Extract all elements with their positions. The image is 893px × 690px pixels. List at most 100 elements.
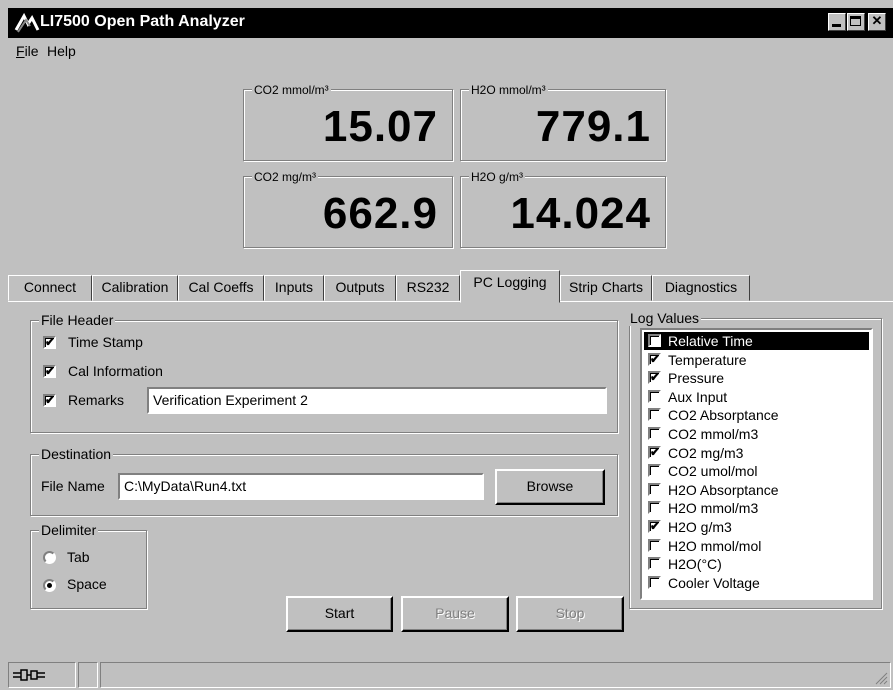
status-bar [8,658,893,690]
tab-pc-logging[interactable]: PC Logging [460,270,560,303]
tab-delimiter-label: Tab [67,549,90,565]
space-delimiter-radio[interactable] [43,579,56,592]
connection-status-pane [8,662,76,688]
log-value-item[interactable]: H2O(°C) [644,555,869,573]
readout-value: 15.07 [322,102,438,151]
destination-group: Destination File Name C:\MyData\Run4.txt… [30,446,618,516]
tab-rs232[interactable]: RS232 [396,275,460,301]
maximize-icon [850,16,861,26]
log-value-checkbox[interactable] [648,538,661,552]
log-value-item[interactable]: Relative Time [644,332,869,350]
log-value-item[interactable]: ✔ H2O g/m3 [644,518,869,536]
readout-label: H2O mmol/m³ [469,83,548,97]
log-value-item[interactable]: H2O Absorptance [644,481,869,499]
log-value-label: H2O mmol/m3 [668,500,759,517]
log-value-label: Relative Time [668,333,753,349]
remarks-input[interactable]: Verification Experiment 2 [147,387,607,414]
file-name-input[interactable]: C:\MyData\Run4.txt [118,473,484,500]
log-value-label: H2O Absorptance [668,481,779,498]
readout-value: 662.9 [322,189,438,238]
close-button[interactable]: ✕ [868,13,886,31]
readout-label: CO2 mg/m³ [252,170,319,184]
log-value-item[interactable]: H2O mmol/mol [644,537,869,555]
space-delimiter-label: Space [67,576,107,592]
log-value-label: Cooler Voltage [668,574,760,591]
window-title: LI7500 Open Path Analyzer [40,13,245,30]
readout-value: 14.024 [510,189,651,238]
menu-file[interactable]: File [16,43,39,59]
pause-button[interactable]: Pause [401,596,509,632]
log-value-label: H2O(°C) [668,556,722,573]
log-value-checkbox[interactable]: ✔ [648,520,661,533]
start-button[interactable]: Start [286,596,393,632]
log-value-item[interactable]: Aux Input [644,388,869,406]
log-value-item[interactable]: ✔ Pressure [644,369,869,387]
log-values-list[interactable]: Relative Time ✔ Temperature ✔ Pressure Aux In… [640,328,873,600]
readout-co2-mmol: CO2 mmol/m³ 15.07 [243,83,453,161]
log-value-item[interactable]: CO2 umol/mol [644,462,869,480]
log-value-checkbox[interactable] [648,482,661,496]
file-name-label: File Name [41,478,105,494]
delimiter-group: Delimiter Tab Space [30,522,147,609]
log-value-label: Aux Input [668,388,728,405]
radio-selected-dot [47,583,52,588]
file-header-legend: File Header [39,312,116,328]
log-value-label: Temperature [668,351,747,368]
plug-icon [13,669,45,681]
browse-button[interactable]: Browse [495,469,605,505]
resize-grip-icon[interactable] [874,671,888,685]
log-value-label: CO2 umol/mol [668,463,758,480]
menu-bar: File Help [8,38,893,64]
remarks-label: Remarks [68,392,125,408]
stop-button[interactable]: Stop [516,596,624,632]
time-stamp-checkbox[interactable]: ✔ [43,336,56,349]
tab-strip-charts[interactable]: Strip Charts [560,275,652,301]
title-bar[interactable]: LI7500 Open Path Analyzer ✕ [8,8,893,38]
menu-help[interactable]: Help [47,43,76,59]
log-value-item[interactable]: CO2 mmol/m3 [644,425,869,443]
log-value-checkbox[interactable] [648,575,661,589]
log-value-label: Pressure [668,370,725,387]
log-value-item[interactable]: Cooler Voltage [644,574,869,592]
maximize-button[interactable] [847,13,865,31]
licor-logo-icon [14,12,40,33]
log-value-checkbox[interactable] [648,427,661,440]
tab-diagnostics[interactable]: Diagnostics [652,275,750,301]
log-value-checkbox[interactable] [648,501,661,515]
tab-outputs[interactable]: Outputs [324,275,396,301]
remarks-checkbox[interactable]: ✔ [43,394,56,407]
destination-legend: Destination [39,446,114,462]
readout-label: H2O g/m³ [469,170,526,184]
minimize-button[interactable] [828,13,846,31]
time-stamp-label: Time Stamp [68,334,143,350]
log-value-item[interactable]: H2O mmol/m3 [644,499,869,517]
log-value-checkbox[interactable] [648,464,661,478]
tab-calibration[interactable]: Calibration [92,275,178,301]
tab-delimiter-radio[interactable] [43,551,56,564]
log-value-checkbox[interactable]: ✔ [648,371,661,385]
tab-connect[interactable]: Connect [8,275,92,301]
log-value-label: CO2 mg/m3 [668,444,744,461]
log-value-label: CO2 mmol/m3 [668,426,759,442]
tab-cal-coeffs[interactable]: Cal Coeffs [178,275,264,301]
log-value-item[interactable]: ✔ Temperature [644,351,869,369]
file-header-group: File Header ✔ Time Stamp ✔ Cal Informati… [30,312,618,433]
cal-information-label: Cal Information [68,363,163,379]
status-pane [78,662,98,688]
log-value-item[interactable]: ✔ CO2 mg/m3 [644,444,869,462]
delimiter-legend: Delimiter [39,522,99,538]
log-value-item[interactable]: CO2 Absorptance [644,406,869,424]
readout-label: CO2 mmol/m³ [252,83,331,97]
log-value-label: CO2 Absorptance [668,407,779,424]
log-value-checkbox[interactable]: ✔ [648,352,661,366]
log-value-checkbox[interactable] [648,389,661,403]
log-value-checkbox[interactable] [648,557,661,571]
cal-information-checkbox[interactable]: ✔ [43,365,56,378]
readout-h2o-mmol: H2O mmol/m³ 779.1 [460,83,666,161]
log-value-checkbox[interactable] [648,408,661,422]
log-value-checkbox[interactable] [648,334,661,347]
tab-inputs[interactable]: Inputs [264,275,324,301]
readout-value: 779.1 [535,102,651,151]
log-value-checkbox[interactable]: ✔ [648,445,661,459]
readout-h2o-g: H2O g/m³ 14.024 [460,170,666,248]
